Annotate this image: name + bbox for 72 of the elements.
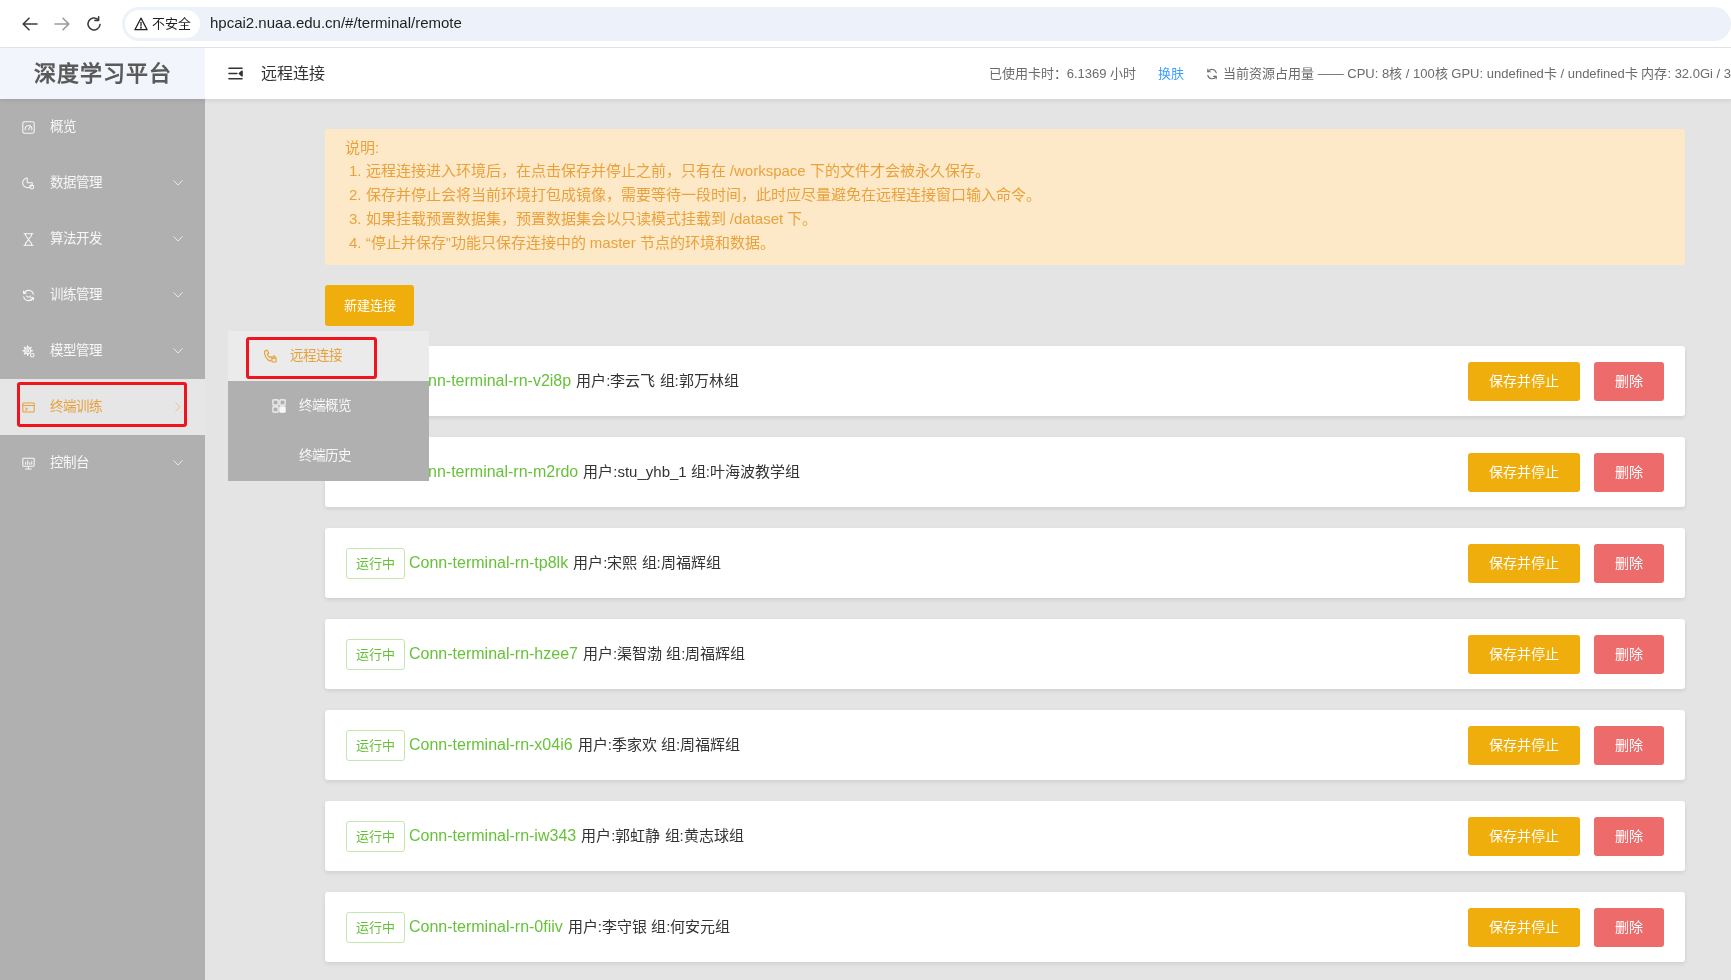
card-hours-text: 已使用卡时：6.1369 小时 bbox=[988, 64, 1137, 83]
connection-info: 用户:郭虹静 组:黄志球组 bbox=[581, 825, 744, 846]
connection-info: 用户:李守银 组:何安元组 bbox=[567, 916, 731, 937]
delete-button[interactable]: 删除 bbox=[1594, 816, 1664, 856]
connection-info: 用户:季家欢 组:周福辉组 bbox=[577, 734, 741, 755]
save-stop-button[interactable]: 保存并停止 bbox=[1468, 907, 1580, 947]
notice-text: 2. 保存并停止会将当前环境打包成镜像，需要等待一段时间，此时应尽量避免在远程连接窗口输入命令。 bbox=[348, 185, 1042, 205]
status-tag: 运行中 bbox=[346, 729, 405, 761]
delete-button[interactable]: 删除 bbox=[1594, 452, 1664, 492]
save-stop-button[interactable]: 保存并停止 bbox=[1468, 452, 1580, 492]
submenu-item[interactable]: 终端概览 bbox=[228, 381, 429, 431]
save-stop-button[interactable]: 保存并停止 bbox=[1468, 361, 1580, 401]
url-text: hpcai2.nuaa.edu.cn/#/terminal/remote bbox=[210, 13, 462, 34]
delete-button[interactable]: 删除 bbox=[1594, 725, 1664, 765]
window-icon bbox=[22, 400, 35, 414]
status-tag: 运行中 bbox=[346, 911, 405, 943]
submenu-item[interactable]: 远程连接 bbox=[228, 331, 429, 381]
delete-button[interactable]: 删除 bbox=[1594, 907, 1664, 947]
refresh-icon[interactable] bbox=[1206, 67, 1219, 80]
connection-info: 用户:宋熙 组:周福辉组 bbox=[573, 552, 721, 573]
reload-icon[interactable] bbox=[86, 15, 102, 32]
status-tag: 运行中 bbox=[346, 820, 405, 852]
connection-info: 用户:渠智渤 组:周福辉组 bbox=[582, 643, 746, 664]
delete-button[interactable]: 删除 bbox=[1594, 634, 1664, 674]
connection-link[interactable]: Conn-terminal-rn-x04i6 bbox=[409, 733, 573, 757]
delete-button[interactable]: 删除 bbox=[1594, 543, 1664, 583]
connection-link[interactable]: Conn-terminal-rn-hzee7 bbox=[409, 642, 578, 666]
theme-link[interactable]: 换肤 bbox=[1158, 63, 1185, 84]
sidebar-item[interactable]: 概览 bbox=[0, 99, 205, 155]
sidebar-item[interactable]: 数据管理 bbox=[0, 155, 205, 211]
save-stop-button[interactable]: 保存并停止 bbox=[1468, 543, 1580, 583]
resource-usage-text: 当前资源占用量 —— CPU: 8核 / 100核 GPU: undefined卡 / undefined卡 内存: 32.0Gi / 3 bbox=[1223, 64, 1731, 83]
status-tag: 运行中 bbox=[346, 638, 405, 670]
sidebar-item[interactable]: 算法开发 bbox=[0, 211, 205, 267]
sidebar-item[interactable]: 训练管理 bbox=[0, 267, 205, 323]
dashboard-icon bbox=[22, 120, 35, 134]
notice-text: 3. 如果挂载预置数据集，预置数据集会以只读模式挂载到 /dataset 下。 bbox=[348, 209, 819, 229]
sidebar-item[interactable]: 控制台 bbox=[0, 435, 205, 491]
security-chip[interactable]: 不安全 bbox=[125, 9, 200, 38]
status-tag: 运行中 bbox=[346, 547, 405, 579]
hourglass-icon bbox=[22, 232, 35, 246]
notice-text: 1. 远程连接进入环境后，在点击保存并停止之前，只有在 /workspace 下的文件才会被永久保存。 bbox=[348, 161, 991, 181]
notice-text: 4. “停止并保存”功能只保存连接中的 master 节点的环境和数据。 bbox=[348, 233, 776, 253]
gear-icon bbox=[22, 344, 35, 358]
page-title: 远程连接 bbox=[261, 63, 325, 84]
connection-link[interactable]: Conn-terminal-rn-tp8lk bbox=[409, 551, 569, 575]
address-bar[interactable]: 不安全 hpcai2.nuaa.edu.cn/#/terminal/remote bbox=[122, 6, 1731, 41]
connection-link[interactable]: Conn-terminal-rn-iw343 bbox=[409, 824, 577, 848]
monitor-icon bbox=[22, 456, 35, 470]
sidebar-item[interactable]: 终端训练 bbox=[0, 379, 205, 435]
connection-info: 用户:stu_yhb_1 组:叶海波教学组 bbox=[583, 461, 800, 482]
connection-info: 用户:李云飞 组:郭万林组 bbox=[576, 370, 739, 391]
save-stop-button[interactable]: 保存并停止 bbox=[1468, 725, 1580, 765]
new-connection-button[interactable]: 新建连接 bbox=[325, 285, 414, 326]
connection-link[interactable]: nn-terminal-rn-v2i8p bbox=[428, 369, 572, 393]
save-stop-button[interactable]: 保存并停止 bbox=[1468, 634, 1580, 674]
sidebar-item[interactable]: 模型管理 bbox=[0, 323, 205, 379]
menu-icon[interactable] bbox=[227, 66, 244, 81]
connection-link[interactable]: Conn-terminal-rn-0fiiv bbox=[409, 915, 563, 939]
grid-icon bbox=[272, 399, 286, 413]
arrow-left-icon[interactable] bbox=[22, 15, 38, 32]
cycle-arrows-icon bbox=[22, 288, 35, 302]
logo-text: 深度学习平台 bbox=[33, 60, 172, 88]
phone-lock-icon bbox=[263, 349, 277, 363]
submenu-item[interactable]: 终端历史 bbox=[228, 431, 429, 481]
warning-icon bbox=[134, 16, 148, 31]
arrow-right-icon[interactable] bbox=[54, 15, 70, 32]
save-stop-button[interactable]: 保存并停止 bbox=[1468, 816, 1580, 856]
pie-chart-icon bbox=[22, 176, 35, 190]
notice-title: 说明: bbox=[345, 138, 381, 158]
delete-button[interactable]: 删除 bbox=[1594, 361, 1664, 401]
connection-link[interactable]: nn-terminal-rn-m2rdo bbox=[428, 460, 579, 484]
